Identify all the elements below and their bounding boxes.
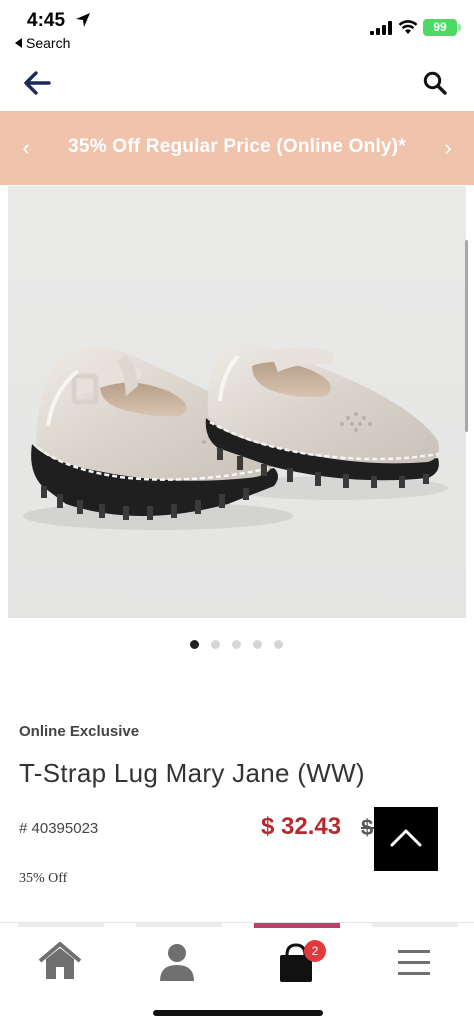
back-to-top-button[interactable] <box>374 807 438 871</box>
promo-prev-button[interactable]: ‹ <box>16 135 36 161</box>
chevron-up-icon <box>390 829 422 847</box>
promo-text[interactable]: 35% Off Regular Price (Online Only)* <box>40 136 434 158</box>
carousel-dot[interactable] <box>253 640 262 649</box>
carousel-dot[interactable] <box>211 640 220 649</box>
back-to-app-link[interactable]: Search <box>15 35 70 51</box>
tab-menu[interactable] <box>390 939 438 985</box>
online-exclusive-label: Online Exclusive <box>19 723 140 740</box>
cellular-signal-icon <box>370 21 392 35</box>
search-icon[interactable] <box>422 70 448 96</box>
back-triangle-icon <box>15 38 22 48</box>
status-time: 4:45 <box>27 10 66 31</box>
carousel-dots <box>0 640 474 650</box>
wifi-icon <box>398 20 418 34</box>
hamburger-menu-icon <box>398 950 430 975</box>
tab-account[interactable] <box>153 939 201 985</box>
location-arrow-icon <box>76 13 90 27</box>
home-indicator <box>153 1010 323 1016</box>
product-sku: # 40395023 <box>19 820 99 837</box>
cart-badge: 2 <box>304 940 326 962</box>
back-app-label: Search <box>26 35 71 51</box>
tab-divider <box>18 923 104 927</box>
product-title: T-Strap Lug Mary Jane (WW) <box>19 758 365 788</box>
scroll-indicator[interactable] <box>465 240 468 432</box>
app-header <box>0 58 474 110</box>
tab-divider <box>136 923 222 927</box>
tab-home[interactable] <box>36 939 84 985</box>
user-icon <box>160 944 194 981</box>
shoe-illustration <box>8 186 466 618</box>
carousel-dot[interactable] <box>274 640 283 649</box>
battery-indicator: 99 <box>423 19 461 36</box>
promo-banner: ‹ 35% Off Regular Price (Online Only)* › <box>0 111 474 185</box>
tab-active-indicator <box>254 923 340 928</box>
discount-label: 35% Off <box>19 871 68 886</box>
status-bar: 4:45 Search 99 <box>0 0 474 58</box>
arrow-left-icon[interactable] <box>22 70 52 96</box>
carousel-dot[interactable] <box>232 640 241 649</box>
tab-divider <box>372 923 458 927</box>
promo-next-button[interactable]: › <box>438 135 458 161</box>
product-image[interactable] <box>8 186 466 618</box>
carousel-dot[interactable] <box>190 640 199 649</box>
home-icon <box>38 942 82 979</box>
sale-price: $ 32.43 <box>261 813 342 840</box>
